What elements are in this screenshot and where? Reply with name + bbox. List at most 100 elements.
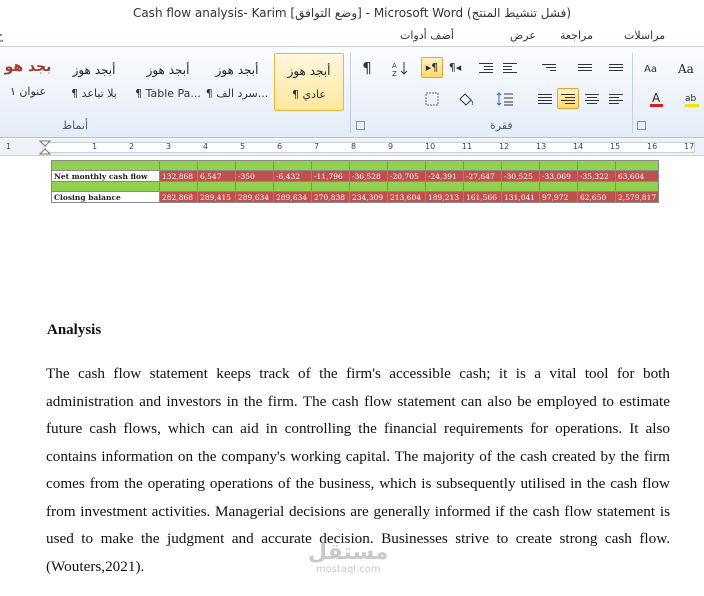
style-name: ¶ بلا تباعد — [71, 87, 117, 100]
tab-mailings[interactable]: مراسلات — [624, 29, 665, 42]
ruler-number: 9 — [388, 142, 394, 151]
ruler-number: 11 — [462, 142, 473, 151]
row-label: Net monthly cash flow — [51, 170, 160, 182]
table-cell: 161,566 — [463, 191, 502, 203]
document-page[interactable]: Net monthly cash flow 132,868 6,547 -350… — [0, 157, 704, 596]
tab-review[interactable]: مراجعة — [560, 29, 593, 42]
style-normal[interactable]: أبجد هوز ¶ عادي — [274, 53, 344, 111]
line-spacing-icon[interactable] — [494, 88, 516, 109]
borders-icon[interactable] — [421, 88, 443, 109]
font-launcher-icon[interactable] — [637, 121, 646, 130]
style-table-paragraph[interactable]: أبجد هوز ¶ Table Pa... — [134, 53, 202, 111]
svg-text:Z: Z — [392, 70, 397, 76]
tab-partial[interactable]: ح — [0, 29, 3, 42]
ruler-number: 15 — [610, 142, 621, 151]
shading-icon[interactable] — [455, 88, 477, 109]
tab-addins[interactable]: أضف أدوات — [400, 29, 454, 42]
ruler-track — [45, 142, 695, 153]
style-name: ¶ عادي — [292, 88, 326, 101]
sort-icon[interactable]: AZ — [389, 57, 411, 78]
svg-text:Aa: Aa — [644, 64, 657, 75]
table-cell: 270,838 — [311, 191, 350, 203]
numbering-icon[interactable] — [574, 57, 596, 78]
ruler-number: 1 — [92, 142, 98, 151]
group-separator — [632, 53, 633, 133]
ruler-number: 10 — [425, 142, 436, 151]
align-left-icon[interactable] — [605, 88, 627, 109]
table-cell: 234,309 — [349, 191, 388, 203]
style-list-paragraph[interactable]: أبجد هوز ¶ سرد الف... — [203, 53, 271, 111]
style-sample: بجد هو — [4, 59, 52, 75]
ruler-number: 6 — [277, 142, 283, 151]
ribbon: Aa Aa A ab ¶ AZ ▸¶ ¶◂ فقرة أبجد هوز ¶ عا… — [0, 46, 704, 138]
style-no-spacing[interactable]: أبجد هوز ¶ بلا تباعد — [60, 53, 128, 111]
table-cell: -30,525 — [501, 170, 540, 182]
table-cell: -11,796 — [311, 170, 350, 182]
ruler-number: 5 — [240, 142, 246, 151]
ltr-direction-icon[interactable]: ▸¶ — [421, 57, 443, 78]
svg-text:A: A — [652, 91, 661, 105]
row-label: Closing balance — [51, 191, 160, 203]
group-separator — [350, 53, 351, 133]
table-cell: 289,634 — [273, 191, 312, 203]
section-heading: Analysis — [47, 322, 102, 338]
svg-text:Aa: Aa — [677, 62, 694, 75]
window-title: Cash flow analysis- Karim [وضع التوافق] … — [0, 0, 704, 26]
table-cell: 213,604 — [387, 191, 426, 203]
styles-group-label: أنماط — [62, 119, 89, 132]
align-right-icon[interactable] — [557, 88, 579, 109]
table-row: Net monthly cash flow 132,868 6,547 -350… — [51, 170, 660, 182]
style-heading-1[interactable]: بجد هو عنوان ١ — [0, 53, 56, 111]
ruler-number: 17 — [684, 142, 695, 151]
svg-text:A: A — [392, 62, 397, 70]
ruler-number: 8 — [351, 142, 357, 151]
increase-indent-icon[interactable] — [499, 57, 521, 78]
style-sample: أبجد هوز — [215, 63, 259, 77]
table-cell: -20,705 — [387, 170, 426, 182]
style-sample: أبجد هوز — [72, 63, 116, 77]
table-cell: 131,041 — [501, 191, 540, 203]
rtl-direction-icon[interactable]: ¶◂ — [444, 57, 466, 78]
ribbon-tabs: ح مراسلات مراجعة عرض أضف أدوات — [0, 26, 704, 46]
ruler-number: 3 — [166, 142, 172, 151]
paragraph-group-label: فقرة — [490, 119, 513, 132]
decrease-indent-icon[interactable] — [475, 57, 497, 78]
justify-icon[interactable] — [534, 88, 556, 109]
ruler-number: 1 — [6, 142, 12, 151]
ruler-number: 2 — [129, 142, 135, 151]
table-cell: 289,415 — [197, 191, 236, 203]
table-cell: -350 — [235, 170, 274, 182]
center-icon[interactable] — [581, 88, 603, 109]
table-cell: 189,213 — [425, 191, 464, 203]
ruler-number: 12 — [499, 142, 510, 151]
bullets-icon[interactable] — [605, 57, 627, 78]
paragraph-launcher-icon[interactable] — [356, 121, 365, 130]
table-cell: 6,547 — [197, 170, 236, 182]
table-cell: 282,868 — [159, 191, 198, 203]
table-cell: -33,069 — [539, 170, 578, 182]
table-cell: 132,868 — [159, 170, 198, 182]
change-case-icon[interactable]: Aa — [641, 57, 663, 78]
style-name: عنوان ١ — [9, 85, 47, 98]
font-size-aa-icon[interactable]: Aa — [676, 57, 698, 78]
style-sample: أبجد هوز — [146, 63, 190, 77]
table-cell: 289,634 — [235, 191, 274, 203]
highlight-icon[interactable]: ab — [682, 88, 704, 109]
indent-marker-icon[interactable] — [39, 140, 51, 155]
ruler-number: 16 — [647, 142, 658, 151]
watermark-url: mostaql.com — [315, 564, 381, 575]
table-cell: -24,391 — [425, 170, 464, 182]
tab-view[interactable]: عرض — [510, 29, 536, 42]
table-cell: 63,604 — [614, 170, 660, 182]
svg-text:ab: ab — [685, 94, 697, 104]
font-color-icon[interactable]: A — [646, 88, 668, 109]
style-name: ¶ سرد الف... — [205, 87, 269, 100]
table-row — [51, 181, 660, 192]
table-cell: -6,432 — [273, 170, 312, 182]
horizontal-ruler[interactable]: 17 16 15 14 13 12 11 10 9 8 7 6 5 4 3 2 … — [0, 139, 704, 156]
pilcrow-icon[interactable]: ¶ — [356, 57, 378, 78]
multilevel-list-icon[interactable] — [538, 57, 560, 78]
table-cell: 97,972 — [539, 191, 578, 203]
watermark-logo: مستقل — [308, 540, 389, 565]
table-cell: 62,650 — [577, 191, 616, 203]
